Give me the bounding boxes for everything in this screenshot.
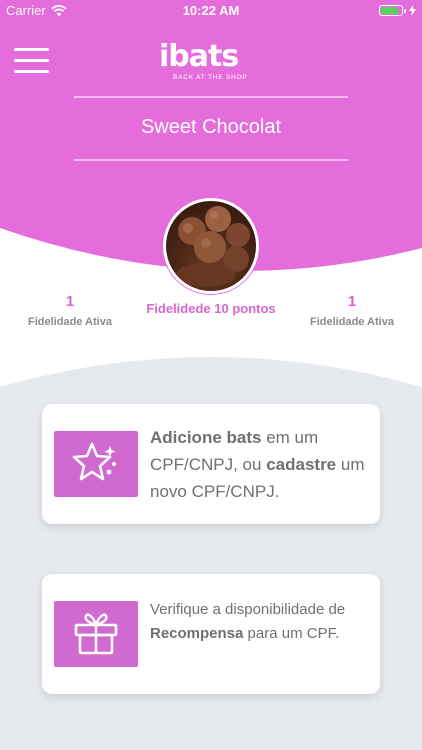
reward-icon-box [54,601,138,667]
reward-text-2: para um CPF. [243,625,340,642]
gift-icon [74,613,118,655]
reward-bold-1: Recompensa [150,625,244,642]
star-sparkle-icon [72,442,116,481]
add-bats-bold-1: Adicione bats [150,428,262,447]
title-divider-top [74,96,348,98]
stat-right-value: 1 [347,293,357,310]
add-bats-card[interactable]: Adicione bats em um CPF/CNPJ, ou cadastr… [42,404,380,524]
logo-mark: ibats [159,39,239,74]
title-divider-bottom [74,159,348,161]
stat-center: Fidelidede 10 pontos [131,301,291,316]
stat-right: 1 Fidelidade Ativa [302,293,402,328]
add-bats-icon-box [54,431,138,497]
add-bats-text: Adicione bats em um CPF/CNPJ, ou cadastr… [150,424,368,505]
stat-left: 1 Fidelidade Ativa [20,293,120,328]
reward-card[interactable]: Verifique a disponibilidade de Recompens… [42,574,380,694]
charging-bolt-icon [409,5,416,16]
logo-tagline: BACK AT THE SHOP [173,74,248,81]
status-bar: Carrier 10:22 AM [0,0,422,22]
reward-text: Verifique a disponibilidade de Recompens… [150,598,368,646]
store-name: Sweet Chocolat [140,116,282,138]
reward-text-1: Verifique a disponibilidade de [150,601,346,618]
stat-right-label: Fidelidade Ativa [310,316,394,328]
stat-left-value: 1 [65,293,75,310]
battery-icon [379,5,416,16]
store-avatar [163,198,259,294]
add-bats-bold-2: cadastre [266,455,337,474]
stat-left-label: Fidelidade Ativa [28,316,112,328]
status-time: 10:22 AM [182,3,240,18]
stat-center-label: Fidelidede 10 pontos [146,301,276,316]
app-logo: ibats BACK AT THE SHOP [159,40,263,86]
menu-button[interactable] [14,45,49,75]
